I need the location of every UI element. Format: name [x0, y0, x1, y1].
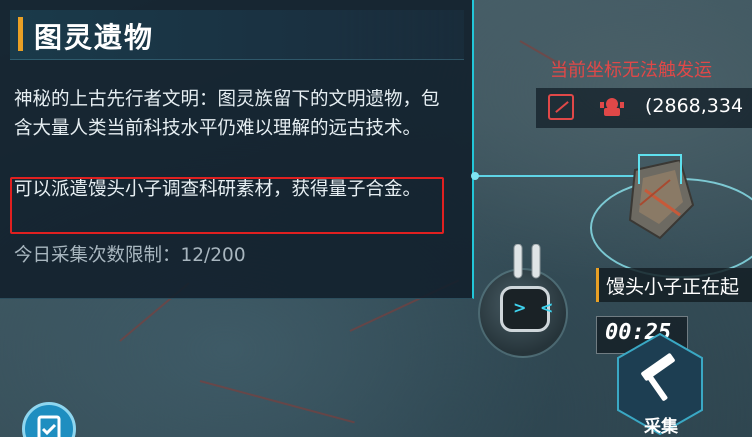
task-button[interactable]: [22, 402, 76, 437]
terrain-crack: [199, 380, 355, 424]
coordinates-text: (2868,334: [645, 95, 744, 117]
blocked-icon: [548, 94, 574, 120]
info-panel: 图灵遗物 神秘的上古先行者文明：图灵族留下的文明遗物，包含大量人类当前科技水平仍…: [0, 0, 474, 299]
connector-line: [474, 175, 644, 177]
connector-dot: [471, 172, 479, 180]
highlight-box: [10, 177, 444, 234]
robot-ears-icon: [513, 244, 541, 279]
collect-limit-label: 今日采集次数限制：12/200: [14, 245, 246, 266]
warning-text: 当前坐标无法触发运: [550, 60, 712, 81]
robot-eyes: > <: [513, 298, 558, 317]
header-accent-bar: [18, 17, 23, 51]
clipboard-icon: [37, 415, 61, 437]
panel-description: 神秘的上古先行者文明：图灵族留下的文明遗物，包含大量人类当前科技水平仍难以理解的…: [14, 89, 440, 139]
collect-button-label[interactable]: 采集: [644, 412, 678, 437]
panel-title: 图灵遗物: [34, 21, 155, 54]
target-bracket: [638, 154, 682, 184]
status-text: 馒头小子正在起: [606, 276, 740, 298]
monster-icon: [600, 98, 624, 116]
